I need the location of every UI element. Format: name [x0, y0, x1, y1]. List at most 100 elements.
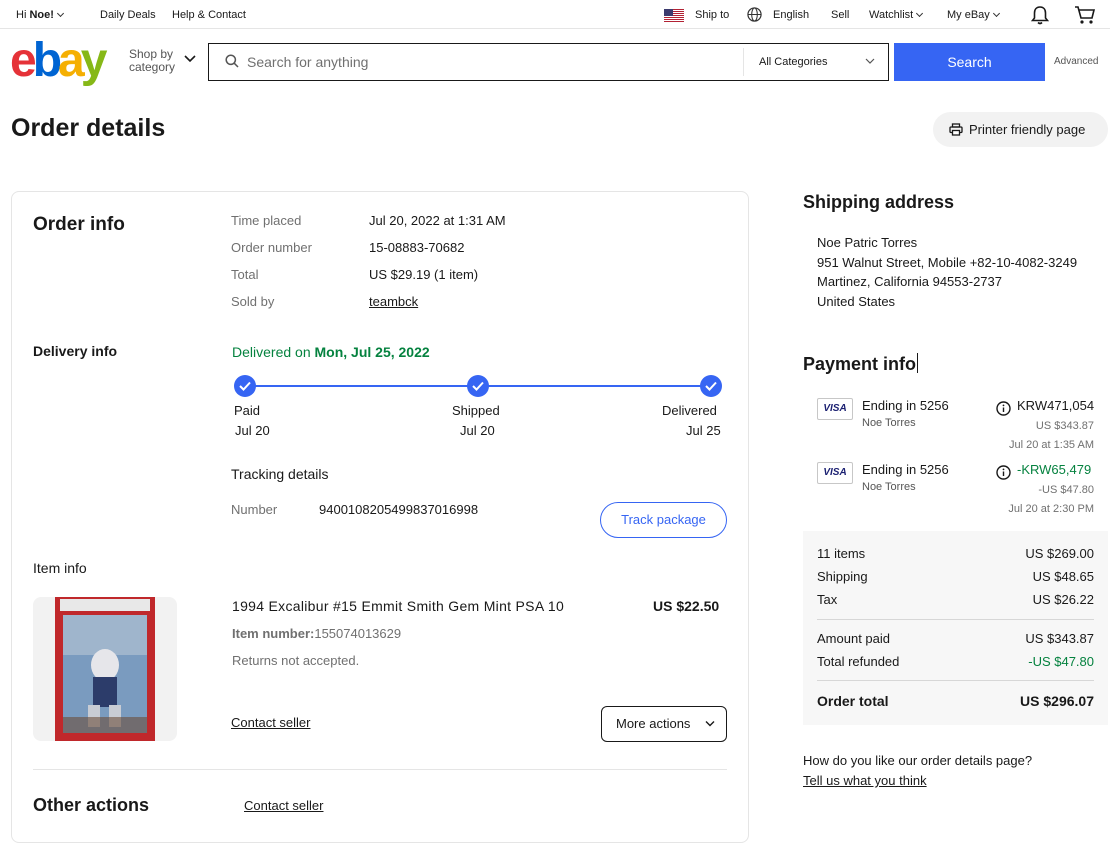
step-shipped-dot: [467, 375, 489, 397]
ebay-logo[interactable]: ebay: [10, 37, 107, 85]
daily-deals-link[interactable]: Daily Deals: [100, 9, 156, 21]
step-delivered-date: Jul 25: [686, 423, 721, 438]
section-divider: [33, 769, 727, 770]
shipping-address-title: Shipping address: [803, 192, 955, 212]
payment-1-name: Noe Torres: [862, 417, 916, 429]
text-cursor: [917, 353, 919, 373]
cart-icon[interactable]: [1074, 5, 1096, 25]
chevron-down-icon[interactable]: [184, 55, 196, 63]
globe-icon: [747, 7, 762, 22]
bell-icon[interactable]: [1031, 5, 1049, 25]
delivery-status-date: Mon, Jul 25, 2022: [314, 344, 430, 360]
printer-icon: [949, 123, 963, 136]
chevron-down-icon: [865, 58, 875, 64]
payment-1-amount: KRW471,054: [1017, 398, 1095, 413]
greeting-name: Noe!: [29, 9, 54, 21]
visa-card-icon: VISA: [817, 462, 853, 484]
step-paid-date: Jul 20: [235, 423, 270, 438]
delivery-status: Delivered on Mon, Jul 25, 2022: [232, 344, 430, 360]
top-bar: Hi Noe! Daily Deals Help & Contact Ship …: [0, 0, 1110, 29]
help-contact-link[interactable]: Help & Contact: [172, 9, 246, 21]
item-number-label: Item number:: [232, 626, 315, 641]
seller-link[interactable]: teambck: [369, 294, 418, 309]
payment-2-date: Jul 20 at 2:30 PM: [1008, 503, 1094, 515]
page-title: Order details: [11, 114, 166, 142]
item-info-title: Item info: [33, 560, 87, 576]
chevron-down-icon: [56, 9, 64, 18]
payment-info-title: Payment info: [803, 353, 919, 374]
sold-by-label: Sold by: [231, 294, 275, 309]
delivery-status-prefix: Delivered on: [232, 344, 315, 360]
check-icon: [239, 381, 251, 391]
watchlist-menu[interactable]: Watchlist: [869, 9, 924, 21]
more-actions-button[interactable]: More actions: [601, 706, 727, 742]
order-card: Order info Time placed Jul 20, 2022 at 1…: [11, 191, 749, 843]
time-placed-value: Jul 20, 2022 at 1:31 AM: [369, 213, 506, 228]
visa-card-icon: VISA: [817, 398, 853, 420]
ship-to-button[interactable]: Ship to: [695, 9, 729, 21]
us-flag-icon: [664, 9, 684, 22]
greeting-prefix: Hi: [16, 9, 30, 21]
tax-value: US $26.22: [1032, 592, 1094, 607]
returns-policy: Returns not accepted.: [232, 653, 360, 668]
other-contact-seller-link[interactable]: Contact seller: [244, 798, 323, 813]
total-refunded-value: -US $47.80: [1028, 654, 1094, 669]
search-bar: All Categories: [208, 43, 889, 81]
greeting-menu[interactable]: Hi Noe!: [16, 9, 64, 21]
order-number-value: 15-08883-70682: [369, 240, 465, 255]
search-button[interactable]: Search: [894, 43, 1045, 81]
step-paid-label: Paid: [234, 403, 261, 418]
my-ebay-label: My eBay: [947, 9, 990, 21]
other-actions-title: Other actions: [33, 795, 150, 815]
feedback-link[interactable]: Tell us what you think: [803, 773, 927, 788]
shop-by-category-button[interactable]: Shop by category: [129, 48, 175, 74]
sell-link[interactable]: Sell: [831, 9, 849, 21]
order-total-value: US $296.07: [1020, 693, 1094, 709]
step-delivered-dot: [700, 375, 722, 397]
shipping-value: US $48.65: [1032, 569, 1094, 584]
address-street: 951 Walnut Street, Mobile +82-10-4082-32…: [817, 255, 1078, 270]
total-refunded-label: Total refunded: [817, 654, 900, 669]
payment-2-ending: Ending in 5256: [862, 462, 949, 477]
address-name: Noe Patric Torres: [817, 235, 918, 250]
item-number-value: 155074013629: [314, 626, 402, 641]
total-value: US $29.19 (1 item): [369, 267, 479, 282]
chevron-down-icon: [916, 9, 924, 18]
item-title-link[interactable]: 1994 Excalibur #15 Emmit Smith Gem Mint …: [232, 598, 564, 614]
summary-divider: [817, 619, 1094, 620]
items-label: 11 items: [817, 546, 866, 561]
shop-by-line2: category: [129, 60, 176, 74]
order-number-label: Order number: [231, 240, 312, 255]
item-number: Item number:155074013629: [232, 626, 401, 641]
order-total-label: Order total: [817, 693, 889, 709]
address-country: United States: [817, 294, 896, 309]
my-ebay-menu[interactable]: My eBay: [947, 9, 1000, 21]
tracking-details-title: Tracking details: [231, 466, 329, 482]
language-selector[interactable]: English: [773, 9, 809, 21]
search-icon: [225, 54, 239, 68]
item-image[interactable]: [33, 597, 177, 741]
tax-label: Tax: [817, 592, 838, 607]
payment-1-usd: US $343.87: [1035, 420, 1094, 432]
category-select[interactable]: All Categories: [759, 56, 827, 68]
amount-paid-value: US $343.87: [1025, 631, 1094, 646]
item-price: US $22.50: [653, 598, 720, 614]
contact-seller-link[interactable]: Contact seller: [231, 715, 310, 730]
search-input[interactable]: [247, 53, 737, 71]
info-icon[interactable]: [996, 401, 1011, 416]
order-info-title: Order info: [33, 214, 125, 235]
chevron-down-icon: [705, 721, 715, 727]
watchlist-label: Watchlist: [869, 9, 914, 21]
info-icon[interactable]: [996, 465, 1011, 480]
tracking-number-label: Number: [231, 502, 278, 517]
step-paid-dot: [234, 375, 256, 397]
track-package-button[interactable]: Track package: [600, 502, 727, 538]
chevron-down-icon: [992, 9, 1000, 18]
items-value: US $269.00: [1025, 546, 1094, 561]
check-icon: [705, 381, 717, 391]
step-shipped-label: Shipped: [452, 403, 500, 418]
total-label: Total: [231, 267, 259, 282]
more-actions-label: More actions: [616, 716, 691, 731]
advanced-search-link[interactable]: Advanced: [1054, 56, 1098, 67]
printer-friendly-button[interactable]: Printer friendly page: [933, 112, 1108, 147]
